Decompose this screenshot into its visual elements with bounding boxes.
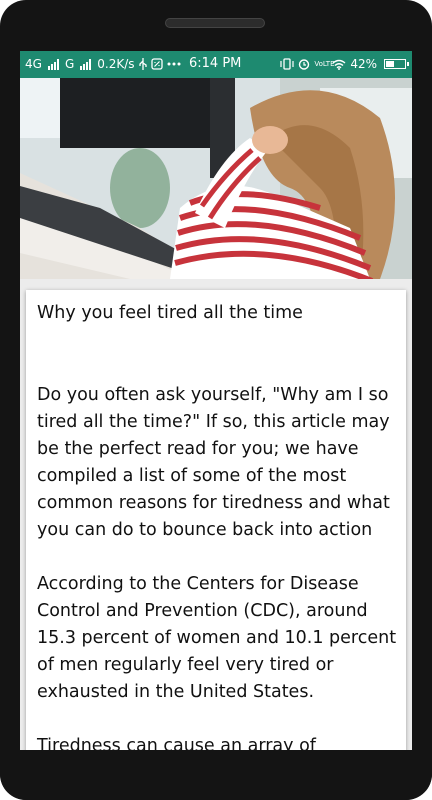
- network-speed: 0.2K/s: [97, 57, 135, 71]
- network-4g-label: 4G: [25, 57, 42, 71]
- hero-illustration: [20, 78, 412, 279]
- article-card[interactable]: Why you feel tired all the time Do you o…: [26, 290, 406, 750]
- clock: 6:14 PM: [189, 56, 242, 71]
- article-paragraph-3: Tiredness can cause an array of: [37, 736, 316, 750]
- article-hero-image: [20, 78, 412, 279]
- volte-icon: VoLTE: [314, 59, 335, 68]
- alarm-icon: [298, 58, 310, 70]
- phone-frame: 4G G 0.2K/s 6:14 PM VoLTE 42% Why you fe…: [0, 0, 432, 800]
- signal-strength-icon-2: [80, 58, 92, 70]
- article-paragraph-1: Do you often ask yourself, "Why am I so …: [37, 385, 390, 540]
- notification-app-icon: [150, 58, 163, 70]
- usb-icon: [138, 58, 147, 70]
- article-body: Why you feel tired all the time Do you o…: [37, 300, 399, 750]
- earpiece-speaker: [165, 18, 265, 28]
- article-title: Why you feel tired all the time: [37, 303, 303, 323]
- screen: 4G G 0.2K/s 6:14 PM VoLTE 42% Why you fe…: [20, 51, 412, 750]
- signal-strength-icon: [47, 58, 60, 70]
- vibrate-icon: [280, 58, 294, 70]
- wifi-icon: [332, 59, 346, 70]
- more-notifications-icon: [167, 62, 181, 66]
- status-bar-left: 4G G 0.2K/s: [25, 57, 185, 71]
- battery-icon: [384, 59, 409, 69]
- article-paragraph-2: According to the Centers for Disease Con…: [37, 574, 397, 702]
- status-bar: 4G G 0.2K/s 6:14 PM VoLTE 42%: [20, 51, 412, 78]
- network-g-label: G: [64, 57, 75, 71]
- battery-fill: [386, 61, 394, 67]
- volte-label: VoLTE: [314, 59, 335, 68]
- bottom-bezel: [0, 750, 432, 800]
- battery-percent: 42%: [350, 57, 377, 71]
- status-bar-right: VoLTE 42%: [280, 57, 409, 71]
